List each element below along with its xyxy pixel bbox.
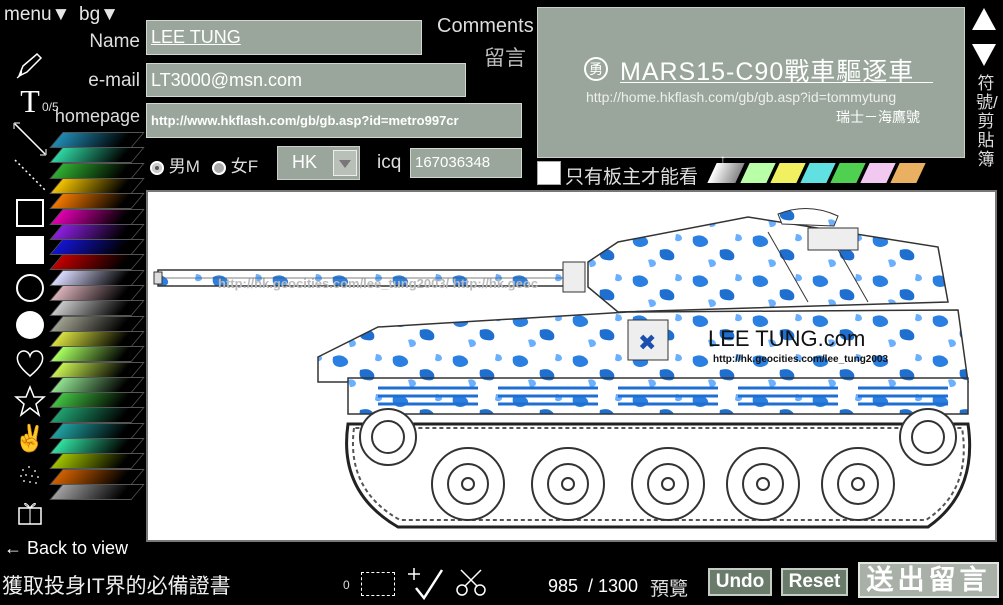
seal-icon: 勇: [584, 57, 608, 81]
color-swatch[interactable]: [49, 346, 145, 363]
color-swatch[interactable]: [49, 392, 145, 409]
chevron-down-icon[interactable]: [333, 150, 357, 176]
homepage-field[interactable]: http://www.hkflash.com/gb/gb.asp?id=metr…: [146, 103, 522, 138]
region-select[interactable]: HK: [277, 146, 360, 180]
rect-outline-tool-icon[interactable]: [12, 196, 48, 230]
radio-selected-icon: [150, 160, 164, 175]
color-swatch[interactable]: [49, 453, 145, 470]
move-check-icon[interactable]: [406, 566, 446, 605]
scroll-down-icon[interactable]: [972, 44, 996, 66]
scroll-up-icon[interactable]: [972, 8, 996, 30]
comments-label: Comments: [437, 15, 534, 37]
color-swatch[interactable]: [49, 468, 145, 485]
star-tool-icon[interactable]: [12, 384, 48, 418]
icq-label: icq: [377, 152, 402, 173]
comments-label-cn: 留言: [484, 47, 526, 70]
back-to-view-link[interactable]: ← Back to view: [4, 538, 128, 559]
name-field[interactable]: LEE TUNG: [146, 20, 422, 55]
dashed-line-tool-icon[interactable]: [12, 158, 48, 192]
menu-dropdown[interactable]: menu▼: [4, 4, 70, 26]
color-swatch[interactable]: [49, 177, 145, 194]
gift-icon[interactable]: [12, 496, 48, 530]
reset-button[interactable]: Reset: [781, 568, 848, 596]
scissors-icon[interactable]: [455, 568, 487, 603]
gender-female-radio[interactable]: 女F: [212, 152, 258, 177]
color-swatch[interactable]: [49, 223, 145, 240]
private-label: 只有板主才能看: [565, 167, 699, 188]
victory-hand-icon[interactable]: ✌: [12, 421, 48, 455]
symbol-clipboard-label[interactable]: 符號/剪貼簿: [976, 74, 998, 169]
color-swatch[interactable]: [49, 285, 145, 301]
color-swatch[interactable]: [49, 254, 145, 271]
preview-url: http://home.hkflash.com/gb/gb.asp?id=tom…: [586, 89, 897, 105]
color-swatch[interactable]: [49, 162, 145, 179]
bg-dropdown[interactable]: bg▼: [79, 4, 119, 26]
tint-swatch[interactable]: [890, 163, 926, 183]
email-label: e-mail: [88, 70, 140, 91]
rect-filled-tool-icon[interactable]: [12, 233, 48, 267]
gender-male-label: 男M: [168, 157, 200, 176]
email-field[interactable]: LT3000@msn.com: [146, 63, 466, 97]
title-underline: [620, 82, 933, 83]
char-counter: 985: [548, 576, 579, 596]
slogan-text: 獲取投身IT界的必備證書: [2, 575, 231, 598]
gender-male-radio[interactable]: 男M: [150, 152, 200, 177]
color-swatch[interactable]: [49, 147, 145, 164]
private-checkbox[interactable]: [537, 161, 561, 185]
color-swatch[interactable]: [49, 193, 145, 210]
icq-field[interactable]: 167036348: [410, 148, 522, 178]
heart-tool-icon[interactable]: [12, 346, 48, 380]
tank-drawing: ✖ LEE TUNG.com http://hk.geocities.com/l…: [153, 208, 972, 529]
color-swatch[interactable]: [49, 422, 145, 439]
color-swatch[interactable]: [49, 300, 145, 317]
pen-tool-icon[interactable]: [12, 48, 48, 82]
svg-text:✖: ✖: [638, 331, 656, 356]
color-swatch[interactable]: [49, 330, 145, 347]
color-swatch[interactable]: [49, 239, 145, 256]
line-tool-icon[interactable]: [12, 122, 48, 156]
preview-signature: 瑞士－海鷹號: [836, 109, 920, 125]
undo-button[interactable]: Undo: [708, 568, 772, 596]
selection-count: 0: [343, 578, 350, 592]
plate-text: LEE TUNG.com: [708, 326, 865, 351]
select-tool-icon[interactable]: [361, 572, 395, 596]
color-swatch[interactable]: [49, 361, 145, 378]
name-label: Name: [89, 31, 140, 52]
color-swatch[interactable]: [49, 407, 145, 424]
tint-swatch[interactable]: [707, 163, 745, 183]
color-swatch[interactable]: [49, 315, 145, 332]
preview-label[interactable]: 預覽: [650, 574, 688, 601]
plate-url: http://hk.geocities.com/lee_tung2003: [713, 354, 888, 365]
spray-tool-icon[interactable]: [12, 458, 48, 492]
drawing-canvas[interactable]: ✖ LEE TUNG.com http://hk.geocities.com/l…: [146, 190, 997, 542]
color-swatch[interactable]: [49, 483, 145, 500]
color-swatch[interactable]: [49, 208, 145, 225]
watermark-url: http://hk.geocities.com/lee_tung2003/ ht…: [218, 276, 538, 291]
send-message-button[interactable]: 送出留言: [858, 562, 999, 598]
radio-empty-icon: [212, 160, 226, 175]
region-value: HK: [292, 152, 318, 172]
char-counter-max: / 1300: [588, 576, 639, 596]
text-count: 0/5: [42, 100, 59, 114]
color-swatch[interactable]: [49, 269, 145, 286]
circle-outline-tool-icon[interactable]: [12, 271, 48, 305]
circle-filled-tool-icon[interactable]: [12, 308, 48, 342]
gender-female-label: 女F: [230, 157, 259, 176]
color-swatch[interactable]: [49, 132, 145, 148]
color-swatch[interactable]: [49, 438, 145, 454]
color-swatch[interactable]: [49, 376, 145, 393]
name-value: LEE TUNG: [151, 27, 241, 47]
